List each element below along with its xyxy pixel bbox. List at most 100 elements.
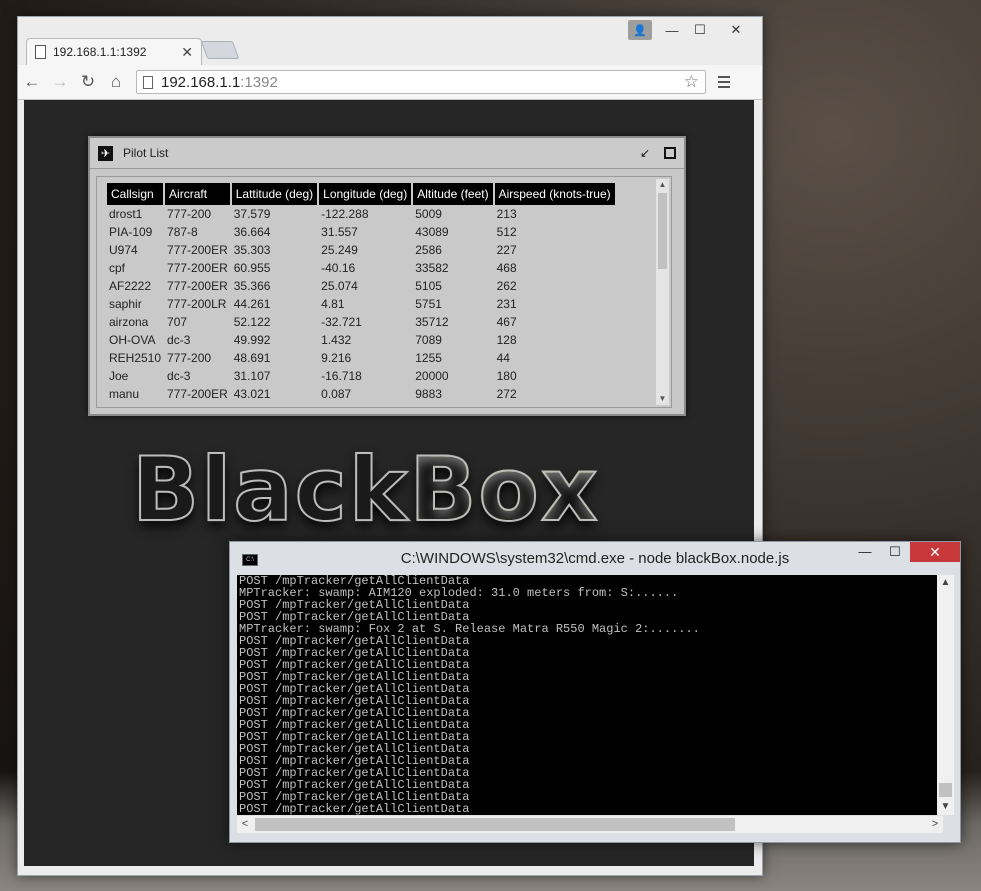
- console-minimize-button[interactable]: —: [850, 542, 880, 562]
- table-row[interactable]: manu 777-200ER 43.021 0.087 9883 272: [107, 385, 615, 403]
- table-cell: 128: [496, 333, 517, 347]
- maximize-button[interactable]: ☐: [686, 20, 714, 40]
- table-cell: 33582: [415, 261, 449, 275]
- table-cell: 777-200: [167, 207, 212, 221]
- table-cell: 1255: [415, 351, 442, 365]
- table-cell: 37.579: [233, 207, 271, 221]
- column-header[interactable]: Altitude (feet): [413, 183, 493, 205]
- page-icon: [35, 45, 46, 59]
- console-output[interactable]: POST /mpTracker/getAllClientData MPTracke…: [237, 575, 943, 815]
- table-cell: 227: [496, 243, 517, 257]
- table-cell: 9883: [415, 387, 442, 401]
- table-row[interactable]: AF2222 777-200ER 35.366 25.074 5105 262: [107, 277, 615, 295]
- forward-button[interactable]: →: [46, 72, 74, 92]
- scroll-thumb[interactable]: [939, 783, 952, 797]
- airplane-icon: ✈: [98, 145, 113, 161]
- tab-title: 192.168.1.1:1392: [53, 45, 147, 59]
- scroll-up-icon[interactable]: ▲: [656, 179, 669, 191]
- back-button[interactable]: ←: [18, 72, 46, 92]
- table-cell: 231: [496, 297, 517, 311]
- cmd-icon: C:\: [242, 554, 258, 566]
- table-row[interactable]: PIA-109 787-8 36.664 31.557 43089 512: [107, 223, 615, 241]
- table-cell: 49.992: [233, 333, 271, 347]
- scroll-down-icon[interactable]: ▼: [656, 393, 669, 405]
- url-port: :1392: [240, 73, 278, 91]
- column-header[interactable]: Callsign: [107, 183, 164, 205]
- table-cell: 777-200ER: [167, 387, 228, 401]
- table-cell: 467: [496, 315, 517, 329]
- console-vertical-scrollbar[interactable]: ▲ ▼: [937, 575, 954, 815]
- table-cell: 180: [496, 369, 517, 383]
- table-cell: -16.718: [321, 369, 362, 383]
- url-text[interactable]: 192.168.1.1:1392: [161, 74, 684, 91]
- browser-window-controls: 👤 — ☐ ✕: [628, 20, 758, 40]
- page-icon: [143, 75, 153, 89]
- panel-title: Pilot List: [123, 146, 169, 160]
- table-cell: 2586: [415, 243, 442, 257]
- table-cell: saphir: [109, 297, 142, 311]
- scroll-left-icon[interactable]: <: [237, 816, 253, 833]
- bookmark-star-icon[interactable]: ☆: [684, 72, 699, 92]
- minimize-button[interactable]: —: [658, 20, 686, 40]
- table-row[interactable]: airzona 707 52.122 -32.721 35712 467: [107, 313, 615, 331]
- minimize-panel-icon[interactable]: ↙: [640, 146, 650, 160]
- table-cell: -122.288: [321, 207, 369, 221]
- table-body: drost1 777-200 37.579 -122.288 5009 213 PIA-10…: [107, 205, 615, 403]
- table-cell: 262: [496, 279, 517, 293]
- table-cell: 52.122: [233, 315, 271, 329]
- table-cell: 777-200LR: [167, 297, 227, 311]
- table-cell: REH2510: [109, 351, 162, 365]
- reload-button[interactable]: ↻: [74, 72, 102, 92]
- pilot-table-scrollbar[interactable]: ▲ ▼: [656, 179, 669, 405]
- console-close-button[interactable]: ✕: [910, 542, 960, 562]
- table-cell: 9.216: [321, 351, 352, 365]
- table-row[interactable]: saphir 777-200LR 44.261 4.81 5751 231: [107, 295, 615, 313]
- table-cell: 5009: [415, 207, 442, 221]
- table-row[interactable]: U974 777-200ER 35.303 25.249 2586 227: [107, 241, 615, 259]
- column-header[interactable]: Airspeed (knots-true): [494, 183, 615, 205]
- column-header[interactable]: Lattitude (deg): [231, 183, 318, 205]
- table-cell: 213: [496, 207, 517, 221]
- table-row[interactable]: REH2510 777-200 48.691 9.216 1255 44: [107, 349, 615, 367]
- browser-tab[interactable]: 192.168.1.1:1392 ✕: [26, 38, 202, 65]
- table-header-row: Callsign Aircraft Lattitude (deg) Longitude…: [107, 183, 615, 205]
- new-tab-button[interactable]: [200, 41, 240, 59]
- home-button[interactable]: ⌂: [102, 72, 130, 92]
- browser-menu-button[interactable]: [714, 76, 734, 88]
- close-button[interactable]: ✕: [714, 20, 758, 40]
- pilot-table-container: Callsign Aircraft Lattitude (deg) Longitude…: [96, 176, 672, 408]
- table-cell: OH-OVA: [109, 333, 156, 347]
- table-row[interactable]: cpf 777-200ER 60.955 -40.16 33582 468: [107, 259, 615, 277]
- table-cell: -40.16: [321, 261, 356, 275]
- address-bar[interactable]: 192.168.1.1:1392 ☆: [136, 70, 706, 94]
- console-horizontal-scrollbar[interactable]: < >: [237, 816, 943, 833]
- table-cell: 777-200: [167, 351, 212, 365]
- console-maximize-button[interactable]: ☐: [880, 542, 910, 562]
- table-cell: 7089: [415, 333, 442, 347]
- console-line: POST /mpTracker/getAllClientData: [239, 802, 470, 815]
- column-header[interactable]: Aircraft: [165, 183, 230, 205]
- scroll-thumb[interactable]: [658, 193, 667, 269]
- table-cell: 707: [167, 315, 188, 329]
- scroll-up-icon[interactable]: ▲: [937, 575, 954, 591]
- maximize-panel-icon[interactable]: [664, 147, 676, 159]
- table-row[interactable]: drost1 777-200 37.579 -122.288 5009 213: [107, 205, 615, 223]
- table-cell: 272: [496, 387, 517, 401]
- scroll-down-icon[interactable]: ▼: [937, 799, 954, 815]
- tab-strip: 192.168.1.1:1392 ✕: [26, 37, 240, 65]
- user-profile-icon[interactable]: 👤: [628, 20, 652, 40]
- scroll-right-icon[interactable]: >: [927, 816, 943, 833]
- scroll-thumb[interactable]: [255, 818, 735, 831]
- table-cell: 48.691: [233, 351, 271, 365]
- table-row[interactable]: OH-OVA dc-3 49.992 1.432 7089 128: [107, 331, 615, 349]
- table-cell: -32.721: [321, 315, 362, 329]
- table-row[interactable]: Joe dc-3 31.107 -16.718 20000 180: [107, 367, 615, 385]
- table-cell: 35.303: [233, 243, 271, 257]
- table-cell: 777-200ER: [167, 279, 228, 293]
- table-cell: 35.366: [233, 279, 271, 293]
- column-header[interactable]: Longitude (deg): [319, 183, 412, 205]
- table-cell: 777-200ER: [167, 261, 228, 275]
- panel-header: ✈ Pilot List ↙: [90, 138, 684, 169]
- tab-close-icon[interactable]: ✕: [181, 44, 193, 61]
- url-host: 192.168.1.1: [161, 73, 241, 91]
